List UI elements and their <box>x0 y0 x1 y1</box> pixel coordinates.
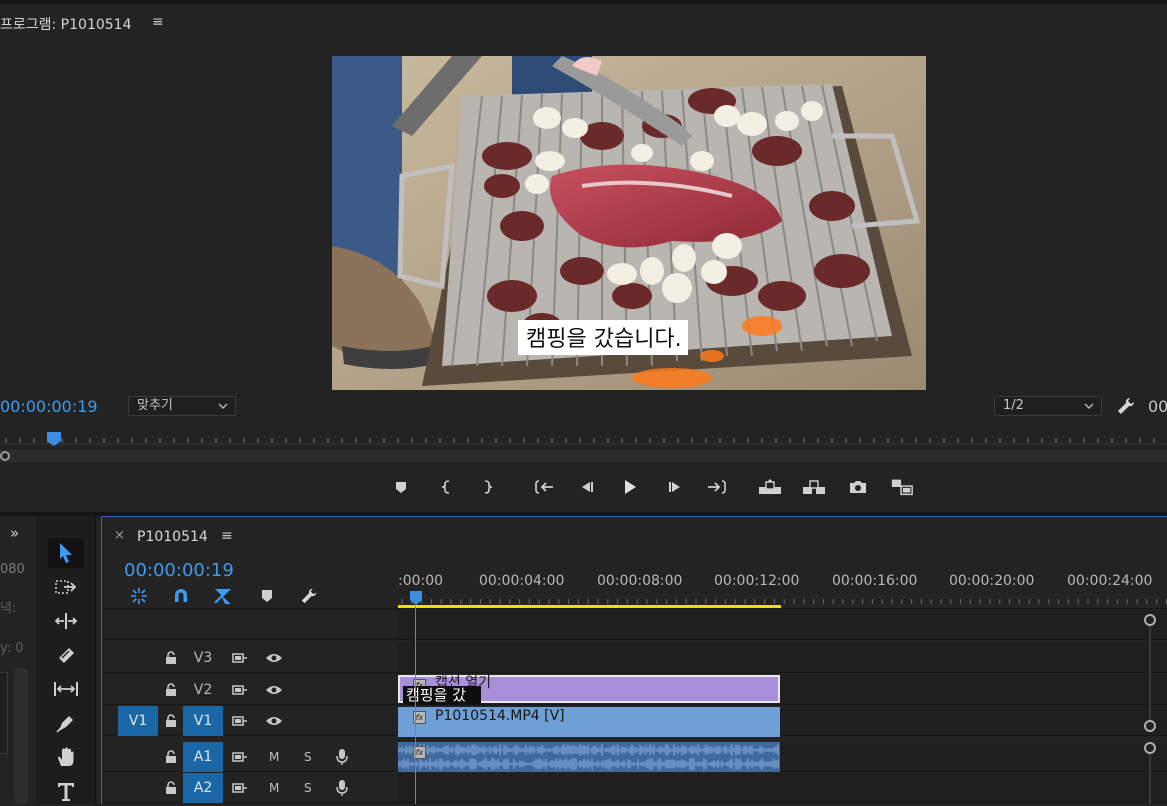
track-header-v3 <box>103 643 398 673</box>
program-time-ruler[interactable] <box>0 424 1167 450</box>
resolution-select[interactable]: 1/2 <box>994 396 1102 416</box>
close-tab-icon[interactable]: × <box>114 528 125 543</box>
linked-selection-icon[interactable] <box>212 587 234 605</box>
snap-magnet-icon[interactable] <box>170 587 192 605</box>
slip-icon[interactable] <box>48 674 84 704</box>
timeline-menu-icon[interactable]: ≡ <box>221 528 233 544</box>
track-target-v2[interactable]: V2 <box>183 675 223 705</box>
scroll-handle[interactable] <box>0 451 10 461</box>
selection-tool-icon[interactable] <box>48 538 84 568</box>
playhead-timecode[interactable]: 00:00:00:19 <box>0 397 98 416</box>
pen-icon[interactable] <box>48 708 84 738</box>
ripple-edit-icon[interactable] <box>48 606 84 636</box>
ruler-timecode-label: 00:00:04:00 <box>479 573 565 589</box>
ruler-timecode-label: 00:00:20:00 <box>949 573 1035 589</box>
playhead-handle[interactable] <box>408 590 424 606</box>
go-to-out-icon[interactable] <box>705 476 729 498</box>
lift-icon[interactable] <box>758 476 782 498</box>
eye-icon[interactable] <box>265 649 283 667</box>
type-icon[interactable] <box>48 776 84 806</box>
timeline-vertical-scrollbar[interactable] <box>1141 614 1159 804</box>
razor-icon[interactable] <box>48 640 84 670</box>
microphone-icon[interactable] <box>333 748 351 766</box>
video-clip-label: P1010514.MP4 [V] <box>435 708 565 724</box>
track-select-forward-icon[interactable] <box>48 572 84 602</box>
track-header-v2 <box>103 675 398 705</box>
panel-text: 녁: <box>0 601 17 616</box>
track-header-a1 <box>103 742 398 772</box>
sync-lock-icon[interactable] <box>231 779 249 797</box>
caption-overlay: 캠핑을 갔습니다. <box>518 320 688 355</box>
sync-lock-icon[interactable] <box>231 681 249 699</box>
timeline-settings-wrench-icon[interactable] <box>298 587 320 605</box>
mute-button[interactable]: M <box>269 781 279 795</box>
track-target-a1[interactable]: A1 <box>183 742 223 772</box>
compare-view-icon[interactable] <box>890 476 914 498</box>
audio-meter-bar <box>14 668 28 804</box>
track-lane-spacer <box>398 610 1167 640</box>
ruler-timecode-label: 00:00:12:00 <box>714 573 800 589</box>
track-lane-v3[interactable] <box>398 643 1167 673</box>
source-patch-v1[interactable]: V1 <box>118 706 158 736</box>
lock-open-icon[interactable] <box>162 649 180 667</box>
lock-open-icon[interactable] <box>162 748 180 766</box>
track-target-a2[interactable]: A2 <box>183 773 223 803</box>
add-marker-icon[interactable] <box>256 587 278 605</box>
ruler-separator <box>103 608 1167 609</box>
sync-lock-icon[interactable] <box>231 649 249 667</box>
ruler-timecode-label: :00:00 <box>398 573 444 589</box>
hand-icon[interactable] <box>48 742 84 772</box>
ruler-timecode-label: 00:00:24:00 <box>1067 573 1153 589</box>
playhead-line[interactable] <box>415 604 416 804</box>
panel-text: 080 <box>0 562 25 577</box>
resolution-label: 1/2 <box>1003 398 1024 413</box>
panel-box <box>0 672 8 754</box>
mark-out-icon[interactable] <box>475 476 499 498</box>
lock-open-icon[interactable] <box>162 712 180 730</box>
audio-clip[interactable] <box>398 742 780 772</box>
lock-open-icon[interactable] <box>162 779 180 797</box>
mute-button[interactable]: M <box>269 750 279 764</box>
track-lane-a2[interactable] <box>398 773 1167 803</box>
solo-button[interactable]: S <box>304 781 312 795</box>
microphone-icon[interactable] <box>333 779 351 797</box>
ruler-timecode-label: 00:00:08:00 <box>597 573 683 589</box>
chevron-down-icon <box>1083 400 1095 412</box>
nest-sequence-icon[interactable] <box>128 587 150 605</box>
export-frame-icon[interactable] <box>846 476 870 498</box>
track-target-v1[interactable]: V1 <box>183 706 223 736</box>
eye-icon[interactable] <box>265 681 283 699</box>
settings-wrench-icon[interactable] <box>1116 396 1136 416</box>
play-icon[interactable] <box>618 476 642 498</box>
chevron-down-icon <box>217 400 229 412</box>
program-monitor-menu-icon[interactable]: ≡ <box>152 14 164 30</box>
eye-icon[interactable] <box>265 712 283 730</box>
go-to-in-icon[interactable] <box>532 476 556 498</box>
track-header-spacer <box>103 610 398 640</box>
timeline-tab-name[interactable]: P1010514 <box>137 529 208 545</box>
program-monitor-title[interactable]: 프로그램: P1010514 <box>0 14 131 34</box>
solo-button[interactable]: S <box>304 750 312 764</box>
sync-lock-icon[interactable] <box>231 748 249 766</box>
step-forward-icon[interactable] <box>663 476 687 498</box>
expand-panels-icon[interactable]: » <box>10 524 19 542</box>
zoom-fit-select[interactable]: 맞추기 <box>128 396 236 416</box>
top-edge <box>0 0 1167 4</box>
step-back-icon[interactable] <box>575 476 599 498</box>
sync-lock-icon[interactable] <box>231 712 249 730</box>
track-target-v3[interactable]: V3 <box>183 643 223 673</box>
track-header-a2 <box>103 773 398 803</box>
panel-text: y: 0 <box>0 641 24 656</box>
timeline-playhead-timecode[interactable]: 00:00:00:19 <box>124 560 234 581</box>
add-marker-icon[interactable] <box>389 476 413 498</box>
program-zoom-scrollbar[interactable] <box>0 450 1167 462</box>
lock-open-icon[interactable] <box>162 681 180 699</box>
zoom-fit-label: 맞추기 <box>137 398 173 413</box>
extract-icon[interactable] <box>802 476 826 498</box>
ruler-timecode-label: 00:00:16:00 <box>832 573 918 589</box>
duration-timecode[interactable]: 00 <box>1148 397 1167 416</box>
mark-in-icon[interactable] <box>435 476 459 498</box>
